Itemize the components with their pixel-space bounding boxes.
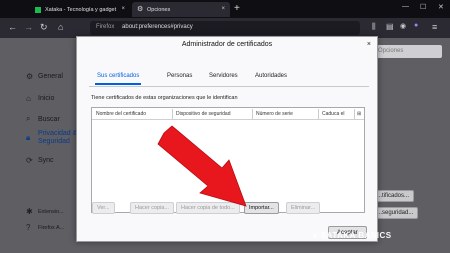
watermark: ✕ XATAKA BASICS: [312, 231, 392, 240]
watermark-logo-icon: ✕: [312, 233, 321, 240]
annotation-arrow-icon: [157, 125, 247, 207]
watermark-text: XATAKA BASICS: [320, 231, 392, 240]
